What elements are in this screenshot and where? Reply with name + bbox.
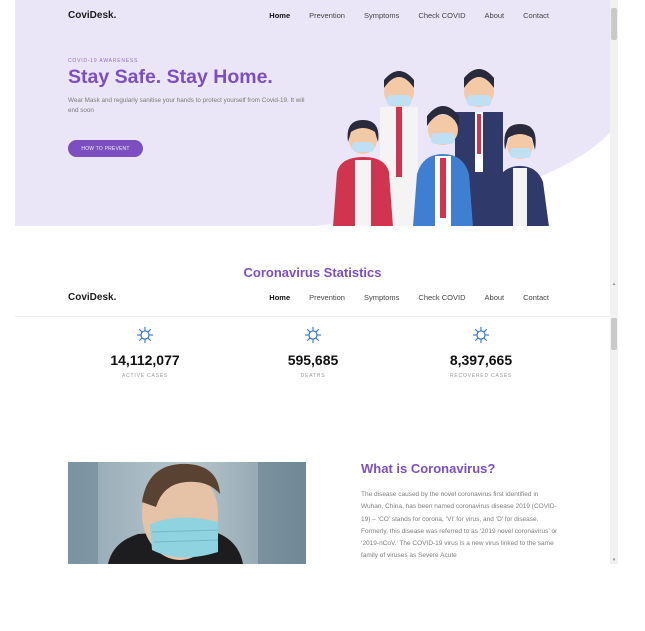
statistics-title: Coronavirus Statistics (243, 265, 382, 280)
hero-title: Stay Safe. Stay Home. (68, 66, 273, 88)
nav-prevention[interactable]: Prevention (309, 11, 345, 20)
stat-deaths: 595,685 DEATHS (233, 326, 393, 379)
scroll-up-arrow-icon[interactable]: ▴ (611, 282, 617, 287)
virus-icon (472, 326, 490, 344)
nav-home[interactable]: Home (269, 293, 290, 302)
scrollbar-bottom[interactable]: ▴ ▾ (610, 282, 618, 564)
nav-check-covid[interactable]: Check COVID (418, 293, 465, 302)
stat-recovered-cases: 8,397,665 RECOVERED CASES (401, 326, 561, 379)
nav-home[interactable]: Home (269, 11, 290, 20)
deaths-label: DEATHS (300, 373, 326, 379)
statistics-screenshot: CoviDesk. Home Prevention Symptoms Check… (15, 284, 617, 564)
top-navbar: CoviDesk. Home Prevention Symptoms Check… (15, 0, 617, 32)
nav-check-covid[interactable]: Check COVID (418, 11, 465, 20)
hero-eyebrow: COVID-19 AWARENESS (68, 58, 139, 64)
active-cases-value: 14,112,077 (110, 352, 180, 368)
how-to-prevent-button[interactable]: HOW TO PREVENT (68, 140, 143, 157)
active-cases-label: ACTIVE CASES (122, 373, 168, 379)
scrollbar-top[interactable] (610, 0, 618, 282)
deaths-value: 595,685 (287, 352, 339, 368)
scrollbar-thumb[interactable] (611, 318, 617, 350)
scrollbar-thumb[interactable] (611, 8, 617, 40)
masked-people-illustration (333, 69, 549, 226)
virus-icon (304, 326, 322, 344)
about-title: What is Coronavirus? (361, 461, 496, 476)
virus-icon (136, 326, 154, 344)
hero-description: Wear Mask and regularly sanitise your ha… (68, 97, 305, 114)
man-with-mask-photo (68, 462, 306, 564)
about-description: The disease caused by the novel coronavi… (361, 491, 558, 560)
nav-links: Home Prevention Symptoms Check COVID Abo… (250, 293, 549, 302)
brand-logo[interactable]: CoviDesk. (68, 292, 116, 303)
nav-prevention[interactable]: Prevention (309, 293, 345, 302)
nav-about[interactable]: About (485, 293, 505, 302)
nav-symptoms[interactable]: Symptoms (364, 11, 399, 20)
nav-contact[interactable]: Contact (523, 11, 549, 20)
brand-logo[interactable]: CoviDesk. (68, 10, 116, 21)
recovered-cases-label: RECOVERED CASES (449, 373, 512, 379)
scroll-down-arrow-icon[interactable]: ▾ (611, 558, 617, 563)
nav-symptoms[interactable]: Symptoms (364, 293, 399, 302)
nav-about[interactable]: About (485, 11, 505, 20)
hero-screenshot: CoviDesk. Home Prevention Symptoms Check… (15, 0, 617, 226)
nav-contact[interactable]: Contact (523, 293, 549, 302)
nav-links: Home Prevention Symptoms Check COVID Abo… (250, 11, 549, 20)
stat-active-cases: 14,112,077 ACTIVE CASES (65, 326, 225, 379)
recovered-cases-value: 8,397,665 (449, 352, 513, 368)
top-navbar-sticky: CoviDesk. Home Prevention Symptoms Check… (15, 284, 617, 317)
